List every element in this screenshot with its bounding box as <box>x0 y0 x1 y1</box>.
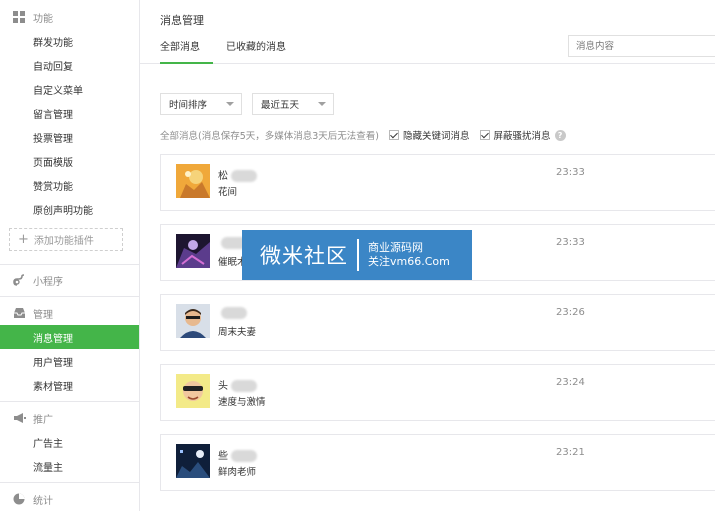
watermark-caption: 商业源码网 关注vm66.Com <box>368 241 450 269</box>
app-window: 功能 群发功能 自动回复 自定义菜单 留言管理 投票管理 页面模版 赞赏功能 原… <box>0 0 715 511</box>
miniprogram-icon <box>12 273 26 287</box>
sidebar-item-message-manage[interactable]: 消息管理 <box>0 325 139 349</box>
retention-hint: 全部消息(消息保存5天，多媒体消息3天后无法查看) <box>160 131 380 142</box>
sidebar-section-functions: 功能 <box>0 6 139 28</box>
sidebar-item-comments[interactable]: 留言管理 <box>0 101 139 125</box>
checkbox-checked-icon <box>389 130 400 140</box>
message-item[interactable]: 松 花间 23:33 <box>160 154 715 211</box>
sidebar-item-votes[interactable]: 投票管理 <box>0 125 139 149</box>
message-time: 23:33 <box>556 167 585 178</box>
sidebar-section-label: 管理 <box>33 309 53 321</box>
avatar[interactable] <box>176 444 210 478</box>
sender-name: 松 <box>218 167 257 182</box>
avatar[interactable] <box>176 234 210 268</box>
sender-name-text: 些 <box>218 451 228 462</box>
block-harass-label: 屏蔽骚扰消息 <box>493 131 551 142</box>
sender-name: 些 <box>218 447 257 462</box>
add-plugin-label: 添加功能插件 <box>33 236 94 247</box>
sidebar-item-publisher[interactable]: 流量主 <box>0 454 139 478</box>
sidebar-item-page-templates[interactable]: 页面模版 <box>0 149 139 173</box>
message-item[interactable]: 些 鲜肉老师 23:21 <box>160 434 715 491</box>
sidebar-item-material-manage[interactable]: 素材管理 <box>0 373 139 397</box>
message-time: 23:33 <box>556 237 585 248</box>
sidebar-section-manage: 管理 <box>0 302 139 324</box>
sidebar-section-miniprogram[interactable]: 小程序 <box>0 269 139 291</box>
sender-name-text: 头 <box>218 381 228 392</box>
sidebar-item-user-manage[interactable]: 用户管理 <box>0 349 139 373</box>
megaphone-icon <box>12 411 26 425</box>
redacted-name <box>231 380 257 392</box>
sidebar-section-label: 统计 <box>33 495 53 507</box>
chevron-down-icon <box>318 102 326 106</box>
help-icon[interactable]: ? <box>554 129 566 141</box>
sidebar-divider <box>0 482 139 483</box>
sidebar-item-mass-send[interactable]: 群发功能 <box>0 29 139 53</box>
sender-name <box>218 307 247 319</box>
avatar[interactable] <box>176 304 210 338</box>
sender-name-text: 松 <box>218 171 228 182</box>
chevron-down-icon <box>226 102 234 106</box>
sidebar-section-promote: 推广 <box>0 407 139 429</box>
avatar[interactable] <box>176 374 210 408</box>
watermark-title: 微米社区 <box>260 244 348 268</box>
avatar[interactable] <box>176 164 210 198</box>
sidebar-item-custom-menu[interactable]: 自定义菜单 <box>0 77 139 101</box>
checkbox-checked-icon <box>479 130 490 140</box>
add-plugin-button[interactable]: + 添加功能插件 <box>9 228 123 251</box>
message-content: 周末夫妻 <box>218 327 257 338</box>
watermark-overlay: 微米社区 商业源码网 关注vm66.Com <box>242 230 472 280</box>
sidebar-section-label: 推广 <box>33 414 53 426</box>
sidebar-item-advertiser[interactable]: 广告主 <box>0 430 139 454</box>
redacted-name <box>221 307 247 319</box>
sidebar-section-label: 功能 <box>33 13 53 25</box>
plus-icon: + <box>18 232 29 247</box>
message-content: 速度与激情 <box>218 397 266 408</box>
sender-name: 头 <box>218 377 257 392</box>
tab-all-messages[interactable]: 全部消息 <box>160 33 213 64</box>
sidebar-section-stats[interactable]: 统计 <box>0 488 139 510</box>
sidebar-item-reward[interactable]: 赞赏功能 <box>0 173 139 197</box>
message-content: 花间 <box>218 187 238 198</box>
message-item[interactable]: 周末夫妻 23:26 <box>160 294 715 351</box>
sidebar-item-auto-reply[interactable]: 自动回复 <box>0 53 139 77</box>
message-item[interactable]: 头 速度与激情 23:24 <box>160 364 715 421</box>
sidebar-divider <box>0 401 139 402</box>
range-select-value: 最近五天 <box>261 100 300 111</box>
filter-row: 全部消息(消息保存5天，多媒体消息3天后无法查看) 隐藏关键词消息 屏蔽骚扰消息… <box>160 128 566 142</box>
watermark-divider <box>357 239 359 271</box>
sidebar-section-label: 小程序 <box>33 276 63 288</box>
hide-keyword-checkbox[interactable]: 隐藏关键词消息 <box>389 128 470 142</box>
tab-starred-messages[interactable]: 已收藏的消息 <box>226 33 286 64</box>
pie-chart-icon <box>12 492 26 506</box>
search-input[interactable] <box>568 35 715 57</box>
watermark-line-2: 关注vm66.Com <box>368 255 450 268</box>
redacted-name <box>231 450 257 462</box>
message-time: 23:24 <box>556 377 585 388</box>
message-content: 鲜肉老师 <box>218 467 257 478</box>
sort-select[interactable]: 时间排序 <box>160 93 242 115</box>
sidebar-item-original-claim[interactable]: 原创声明功能 <box>0 197 139 221</box>
sidebar-divider <box>0 296 139 297</box>
message-time: 23:21 <box>556 447 585 458</box>
redacted-name <box>231 170 257 182</box>
message-time: 23:26 <box>556 307 585 318</box>
hide-keyword-label: 隐藏关键词消息 <box>403 131 470 142</box>
watermark-line-1: 商业源码网 <box>368 241 423 254</box>
block-harass-checkbox[interactable]: 屏蔽骚扰消息 <box>479 128 551 142</box>
grid-icon <box>12 10 26 24</box>
sidebar: 功能 群发功能 自动回复 自定义菜单 留言管理 投票管理 页面模版 赞赏功能 原… <box>0 0 140 511</box>
range-select[interactable]: 最近五天 <box>252 93 334 115</box>
sidebar-divider <box>0 264 139 265</box>
page-title: 消息管理 <box>160 14 204 27</box>
inbox-icon <box>12 306 26 320</box>
sort-select-value: 时间排序 <box>169 100 208 111</box>
